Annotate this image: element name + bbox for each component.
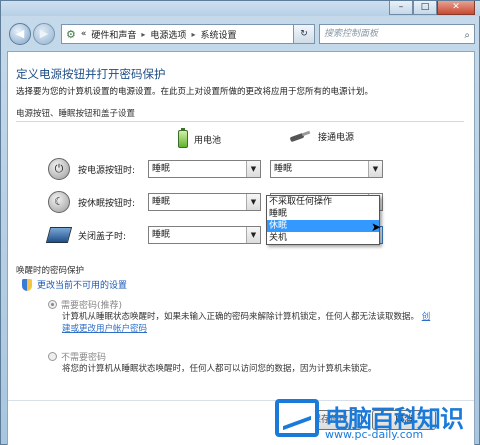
no-password-label: 不需要密码 bbox=[61, 353, 107, 363]
forward-button[interactable]: ▶ bbox=[33, 23, 55, 45]
sleep-button-label: 按休眠按钮时: bbox=[78, 198, 136, 209]
watermark-logo-icon bbox=[275, 399, 319, 437]
breadcrumb-system-settings[interactable]: 系统设置 bbox=[200, 28, 236, 41]
refresh-icon: ↻ bbox=[300, 29, 308, 39]
window-controls: – □ ✕ bbox=[389, 1, 475, 15]
no-password-description: 将您的计算机从睡眠状态唤醒时，任何人都可以访问您的数据，因为计算机未锁定。 bbox=[62, 364, 377, 374]
search-icon[interactable]: ⌕ bbox=[464, 27, 470, 45]
change-password-link-line: 建或更改用户帐户密码 bbox=[62, 323, 147, 335]
require-password-label: 需要密码(推荐) bbox=[61, 301, 123, 311]
breadcrumb-separator-icon[interactable]: ▸ bbox=[141, 30, 145, 39]
chevron-down-icon: ▼ bbox=[246, 161, 260, 177]
require-password-text: 计算机从睡眠状态唤醒时，如果未输入正确的密码来解除计算机锁定，任何人都无法读取数… bbox=[62, 312, 420, 322]
battery-icon bbox=[178, 128, 188, 148]
plugged-column-header: 接通电源 bbox=[290, 130, 354, 143]
sleep-button-row: ☾ 按休眠按钮时: bbox=[48, 191, 154, 213]
battery-column-header: 用电池 bbox=[178, 128, 222, 148]
watermark-url: www.pc-daily.com bbox=[325, 428, 424, 441]
close-button[interactable]: ✕ bbox=[437, 1, 475, 15]
back-arrow-icon: ◀ bbox=[15, 27, 25, 40]
dropdown-option-sleep[interactable]: 睡眠 bbox=[267, 208, 379, 220]
close-lid-dropdown-list: 不采取任何操作 睡眠 休眠 关机 bbox=[266, 195, 380, 245]
section-title: 电源按钮、睡眠按钮和盖子设置 bbox=[16, 109, 136, 119]
dropdown-option-do-nothing[interactable]: 不采取任何操作 bbox=[267, 196, 379, 208]
back-button[interactable]: ◀ bbox=[9, 23, 31, 45]
search-placeholder: 搜索控制面板 bbox=[324, 29, 379, 39]
require-password-radio[interactable]: 需要密码(推荐) bbox=[48, 298, 122, 311]
watermark: 电脑百科知识 www.pc-daily.com bbox=[275, 395, 480, 445]
change-password-link[interactable]: 建或更改用户帐户密码 bbox=[62, 324, 147, 334]
power-button-icon: ⏻ bbox=[48, 158, 70, 180]
battery-column-label: 用电池 bbox=[194, 135, 222, 146]
address-bar[interactable]: ⚙ « 硬件和声音 ▸ 电源选项 ▸ 系统设置 ▾ bbox=[61, 24, 311, 44]
mouse-cursor-icon: ➤ bbox=[371, 220, 382, 234]
forward-arrow-icon: ▶ bbox=[39, 27, 49, 40]
chevron-down-icon: ▼ bbox=[246, 194, 260, 210]
breadcrumb-overflow[interactable]: « bbox=[81, 29, 87, 39]
uac-shield-icon bbox=[22, 278, 32, 291]
change-settings-label: 更改当前不可用的设置 bbox=[37, 281, 128, 291]
chevron-down-icon: ▼ bbox=[368, 161, 382, 177]
sleep-button-icon: ☾ bbox=[48, 191, 70, 213]
close-lid-battery-select[interactable]: 睡眠 ▼ bbox=[148, 226, 261, 244]
page-description: 选择要为您的计算机设置的电源设置。在此页上对设置所做的更改将应用于您所有的电源计… bbox=[16, 87, 374, 97]
no-password-radio[interactable]: 不需要密码 bbox=[48, 350, 106, 363]
breadcrumb-power-options[interactable]: 电源选项 bbox=[150, 28, 186, 41]
minimize-button[interactable]: – bbox=[389, 1, 413, 15]
wake-password-title: 唤醒时的密码保护 bbox=[16, 266, 85, 276]
radio-selected-icon bbox=[48, 300, 57, 309]
breadcrumb-separator-icon[interactable]: ▸ bbox=[191, 30, 195, 39]
window-frame: – □ ✕ ◀ ▶ ⚙ « 硬件和声音 ▸ 电源选项 ▸ 系统设置 ▾ ↻ 搜索… bbox=[0, 0, 480, 445]
power-button-plugged-select[interactable]: 睡眠 ▼ bbox=[270, 160, 383, 178]
section-divider bbox=[16, 121, 464, 122]
select-value: 睡眠 bbox=[152, 164, 171, 174]
change-settings-link[interactable]: 更改当前不可用的设置 bbox=[22, 278, 127, 291]
select-value: 睡眠 bbox=[274, 164, 293, 174]
breadcrumb-hardware-sound[interactable]: 硬件和声音 bbox=[91, 28, 136, 41]
close-lid-label: 关闭盖子时: bbox=[78, 231, 127, 242]
content-pane: 定义电源按钮并打开密码保护 选择要为您的计算机设置的电源设置。在此页上对设置所做… bbox=[7, 51, 475, 445]
require-password-description: 计算机从睡眠状态唤醒时，如果未输入正确的密码来解除计算机锁定，任何人都无法读取数… bbox=[62, 311, 462, 323]
dropdown-option-hibernate[interactable]: 休眠 bbox=[267, 220, 379, 232]
plugged-column-label: 接通电源 bbox=[318, 133, 355, 143]
chevron-down-icon: ▼ bbox=[246, 227, 260, 243]
power-button-battery-select[interactable]: 睡眠 ▼ bbox=[148, 160, 261, 178]
close-lid-row: 关闭盖子时: bbox=[45, 224, 154, 246]
maximize-button[interactable]: □ bbox=[413, 1, 437, 15]
select-value: 睡眠 bbox=[152, 197, 171, 207]
power-button-row: ⏻ 按电源按钮时: bbox=[48, 158, 154, 180]
page-title: 定义电源按钮并打开密码保护 bbox=[16, 67, 166, 81]
change-password-link-head[interactable]: 创 bbox=[422, 312, 431, 322]
power-button-label: 按电源按钮时: bbox=[78, 165, 136, 176]
search-input[interactable]: 搜索控制面板 ⌕ bbox=[319, 24, 475, 44]
radio-unselected-icon bbox=[48, 352, 57, 361]
navigation-bar: ◀ ▶ ⚙ « 硬件和声音 ▸ 电源选项 ▸ 系统设置 ▾ ↻ 搜索控制面板 ⌕ bbox=[1, 19, 480, 49]
sleep-button-battery-select[interactable]: 睡眠 ▼ bbox=[148, 193, 261, 211]
control-panel-icon: ⚙ bbox=[66, 27, 76, 41]
refresh-button[interactable]: ↻ bbox=[293, 24, 315, 44]
dropdown-option-shutdown[interactable]: 关机 bbox=[267, 232, 379, 244]
title-bar: – □ ✕ bbox=[1, 1, 480, 16]
select-value: 睡眠 bbox=[152, 230, 171, 240]
laptop-lid-icon bbox=[45, 227, 73, 243]
power-plug-icon bbox=[290, 131, 312, 143]
